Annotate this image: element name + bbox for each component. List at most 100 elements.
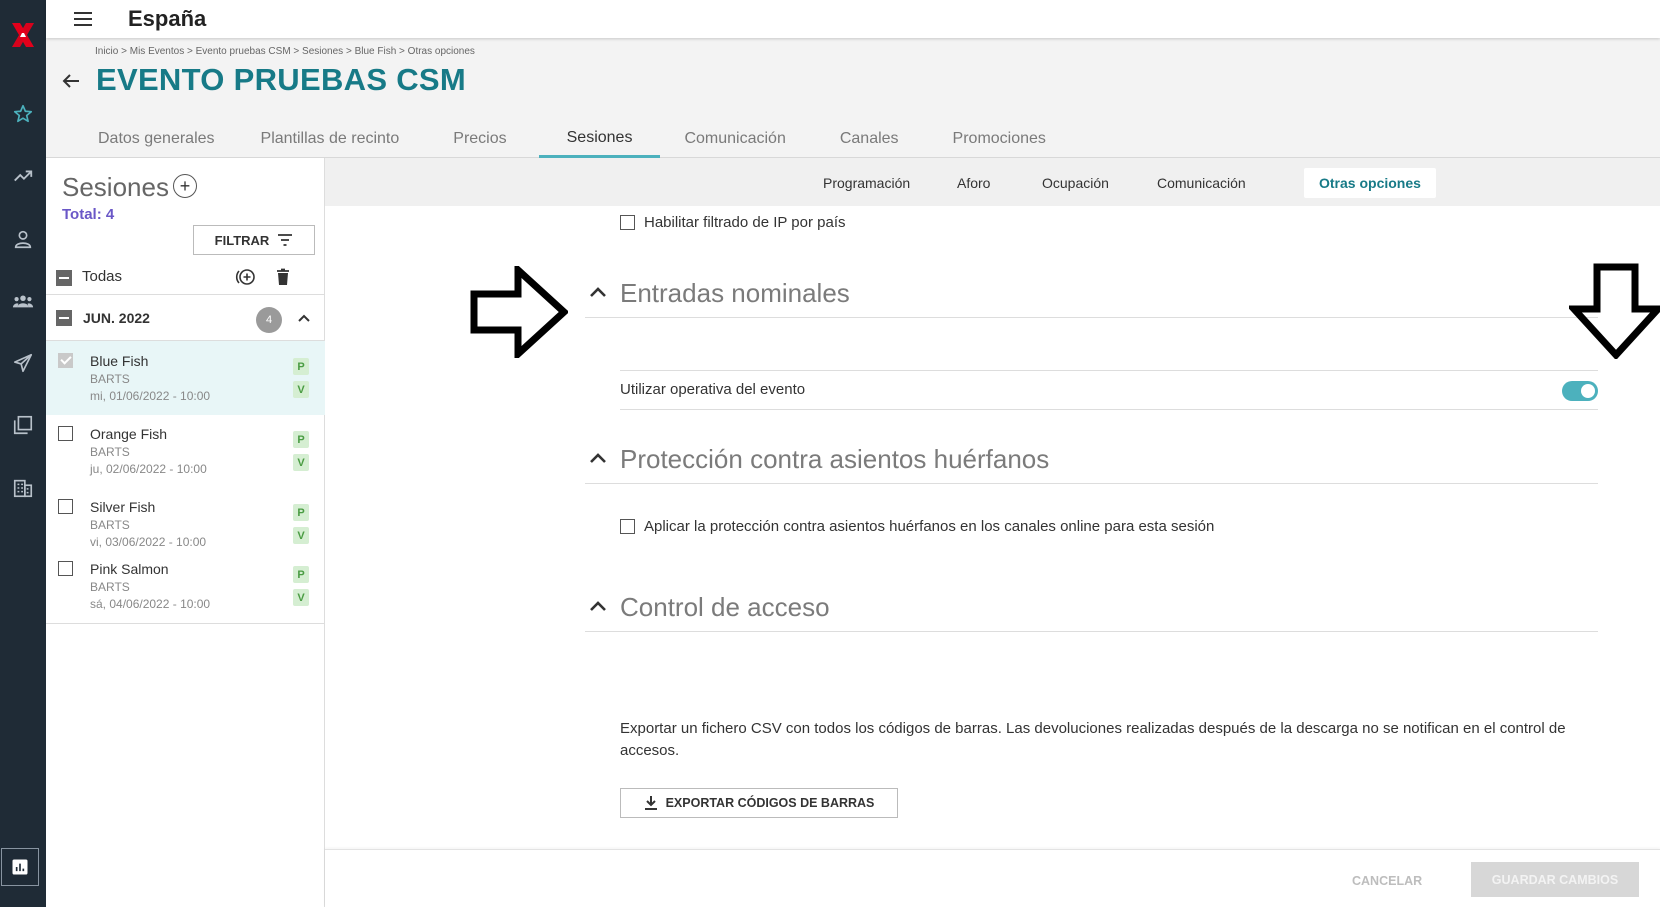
top-bar: España [46,0,1660,38]
tab-promociones[interactable]: Promociones [929,120,1070,158]
session-venue: BARTS [90,372,130,386]
event-header: Inicio > Mis Eventos > Evento pruebas CS… [46,38,1660,158]
filter-icon [278,234,293,246]
tab-comunicacion[interactable]: Comunicación [660,120,809,158]
session-item[interactable]: Blue Fish BARTS mi, 01/06/2022 - 10:00 P… [46,341,325,415]
select-all-label: Todas [82,268,123,285]
download-icon [644,796,657,810]
subtab-comunicacion[interactable]: Comunicación [1143,168,1260,198]
session-checkbox[interactable] [58,499,73,514]
session-date: ju, 02/06/2022 - 10:00 [90,462,207,476]
group-icon[interactable] [8,286,38,316]
session-name: Silver Fish [90,499,156,515]
filter-label: FILTRAR [214,232,270,248]
chevron-up-icon[interactable] [588,598,608,614]
orphan-protection-checkbox[interactable] [620,519,635,534]
status-tag-p: P [293,358,309,375]
session-venue: BARTS [90,445,130,459]
session-date: mi, 01/06/2022 - 10:00 [90,389,211,403]
add-session-button[interactable]: + [173,174,197,198]
section-control-acceso: Control de acceso [585,580,1598,632]
reports-icon[interactable] [1,848,39,886]
breadcrumb[interactable]: Inicio > Mis Eventos > Evento pruebas CS… [95,46,475,57]
app-rail [0,0,46,907]
subtab-programacion[interactable]: Programación [809,168,924,198]
trending-up-icon[interactable] [8,161,38,191]
delete-icon[interactable] [272,266,294,288]
arrow-right-icon [470,266,568,358]
use-event-settings-toggle[interactable] [1562,381,1598,401]
footer-actions: CANCELAR GUARDAR CAMBIOS [325,849,1660,907]
tab-plantillas[interactable]: Plantillas de recinto [239,120,422,158]
main-tabs: Datos generales Plantillas de recinto Pr… [74,120,1070,158]
session-venue: BARTS [90,580,130,594]
person-icon[interactable] [8,224,38,254]
month-label: JUN. 2022 [83,310,150,326]
star-icon[interactable] [8,99,38,129]
export-barcodes-button[interactable]: EXPORTAR CÓDIGOS DE BARRAS [620,788,898,818]
status-tag-p: P [293,566,309,583]
chevron-up-icon[interactable] [296,310,312,326]
sessions-title: Sesiones [62,172,169,202]
tab-precios[interactable]: Precios [421,120,538,158]
chevron-up-icon[interactable] [588,450,608,466]
subtab-ocupacion[interactable]: Ocupación [1028,168,1123,198]
section-entradas-nominales: Entradas nominales [585,266,1598,318]
status-tag-v: V [293,589,309,606]
country-title: España [128,6,207,31]
status-tag-p: P [293,431,309,448]
sessions-panel: Sesiones + Total: 4 FILTRAR Todas JUN. 2… [46,158,345,907]
tab-sesiones[interactable]: Sesiones [538,120,661,158]
month-group-header[interactable]: JUN. 2022 4 [46,295,325,341]
session-checkbox[interactable] [58,426,73,441]
send-icon[interactable] [8,348,38,378]
section-asientos-huerfanos: Protección contra asientos huérfanos [585,432,1598,484]
toggle-label: Utilizar operativa del evento [620,381,806,398]
ip-filter-row: Habilitar filtrado de IP por país [620,214,846,231]
ip-filter-label: Habilitar filtrado de IP por país [644,214,846,231]
status-tag-v: V [293,381,309,398]
use-event-settings-row: Utilizar operativa del evento [620,370,1598,410]
month-checkbox[interactable] [56,310,72,326]
save-changes-button[interactable]: GUARDAR CAMBIOS [1471,862,1639,897]
clone-session-icon[interactable] [235,266,257,288]
select-all-row: Todas [46,258,325,295]
export-label: EXPORTAR CÓDIGOS DE BARRAS [665,796,875,810]
status-tag-p: P [293,504,309,521]
session-venue: BARTS [90,518,130,532]
arrow-down-icon [1569,263,1660,359]
sessions-total: Total: 4 [62,206,115,223]
app-logo-icon[interactable] [8,20,38,50]
session-subtabs: Programación Aforo Ocupación Comunicació… [325,158,1660,206]
session-name: Orange Fish [90,426,168,442]
subtab-aforo[interactable]: Aforo [943,168,1004,198]
session-item[interactable]: Pink Salmon BARTS sá, 04/06/2022 - 10:00… [46,549,325,623]
library-icon[interactable] [8,410,38,440]
main-content: Habilitar filtrado de IP por país Entrad… [325,206,1660,849]
tab-canales[interactable]: Canales [810,120,929,158]
cancel-button[interactable]: CANCELAR [1342,865,1432,897]
section-title: Entradas nominales [620,278,850,308]
session-name: Blue Fish [90,353,149,369]
filter-button[interactable]: FILTRAR [193,225,315,255]
orphan-protection-row: Aplicar la protección contra asientos hu… [620,518,1214,535]
subtab-otras-opciones[interactable]: Otras opciones [1304,168,1436,198]
session-checkbox[interactable] [58,561,73,576]
session-date: vi, 03/06/2022 - 10:00 [90,535,207,549]
back-arrow-icon[interactable] [60,70,82,92]
status-tag-v: V [293,454,309,471]
plus-icon: + [179,176,191,196]
ip-filter-checkbox[interactable] [620,215,635,230]
session-date: sá, 04/06/2022 - 10:00 [90,597,211,611]
tab-datos-generales[interactable]: Datos generales [74,120,239,158]
session-checkbox[interactable] [58,353,73,368]
select-all-checkbox[interactable] [56,270,72,286]
menu-icon[interactable] [72,9,94,29]
orphan-protection-label: Aplicar la protección contra asientos hu… [644,518,1215,535]
session-item[interactable]: Orange Fish BARTS ju, 02/06/2022 - 10:00… [46,414,325,488]
chevron-up-icon[interactable] [588,284,608,300]
page-title: EVENTO PRUEBAS CSM [96,62,466,97]
month-count-badge: 4 [256,307,282,333]
building-icon[interactable] [8,473,38,503]
session-name: Pink Salmon [90,561,169,577]
